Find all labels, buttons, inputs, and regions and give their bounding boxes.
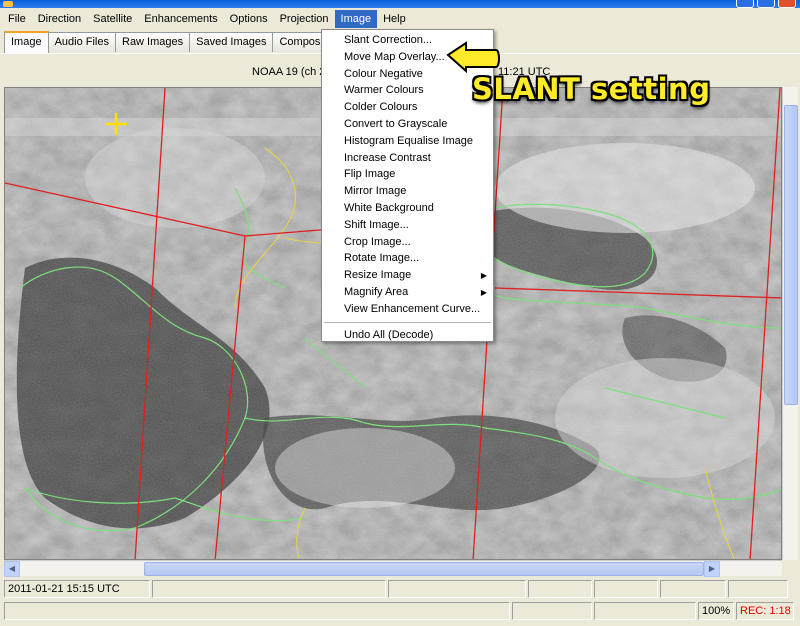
menu-item-resize-label: Resize Image [344,269,412,282]
tab-audio-files[interactable]: Audio Files [47,32,116,52]
menu-image[interactable]: Image [334,9,378,28]
menu-direction[interactable]: Direction [32,10,87,28]
status-cell-4 [528,580,592,598]
menu-item-undo-all[interactable]: Undo All (Decode) [322,327,493,344]
status-cell-message [4,602,510,620]
vertical-scrollbar[interactable] [782,87,798,560]
menu-item-warmer-colours[interactable]: Warmer Colours [322,82,493,99]
menu-item-crop-image[interactable]: Crop Image... [322,234,493,251]
close-button[interactable] [778,0,796,8]
status-cell-blank-a [512,602,592,620]
menu-projection[interactable]: Projection [274,10,335,28]
tab-strip: Image Audio Files Raw Images Saved Image… [4,31,340,53]
app-icon [3,1,13,7]
horizontal-scroll-thumb[interactable] [144,562,704,576]
menu-item-resize-image[interactable]: Resize Image ▶ [322,267,493,284]
slant-setting-annotation: SLANT setting [472,72,711,106]
zoom-level: 100% [698,602,734,620]
menu-item-shift-image[interactable]: Shift Image... [322,217,493,234]
submenu-arrow-icon: ▶ [480,271,487,281]
menu-item-view-enhancement-curve[interactable]: View Enhancement Curve... [322,301,493,318]
timestamp-cell: 2011-01-21 15:15 UTC [4,580,150,598]
scroll-right-arrow-icon[interactable]: ▶ [704,561,720,577]
annotation-arrow-icon [446,41,500,74]
status-cell-3 [388,580,526,598]
maximize-button[interactable] [757,0,775,8]
status-cell-7 [728,580,788,598]
recording-indicator: REC: 1:18 [736,602,794,620]
menu-item-rotate-image[interactable]: Rotate Image... [322,250,493,267]
status-bar-top: 2011-01-21 15:15 UTC [0,578,800,600]
menu-item-increase-contrast[interactable]: Increase Contrast [322,150,493,167]
menu-file[interactable]: File [2,10,32,28]
menu-item-magnify-area[interactable]: Magnify Area ▶ [322,284,493,301]
satellite-label: NOAA 19 (ch 2 [252,66,326,78]
menu-help[interactable]: Help [377,10,412,28]
menu-enhancements[interactable]: Enhancements [138,10,223,28]
minimize-button[interactable] [736,0,754,8]
submenu-arrow-icon: ▶ [480,287,487,297]
menu-item-colder-colours[interactable]: Colder Colours [322,99,493,116]
menu-item-white-background[interactable]: White Background [322,200,493,217]
tab-image[interactable]: Image [4,31,49,53]
vertical-scroll-thumb[interactable] [784,105,798,405]
menu-separator [324,321,491,323]
tab-saved-images[interactable]: Saved Images [189,32,274,52]
menu-satellite[interactable]: Satellite [87,10,138,28]
image-menu-dropdown: Slant Correction... Move Map Overlay... … [321,29,494,342]
menu-item-flip-image[interactable]: Flip Image [322,166,493,183]
status-cell-blank-b [594,602,696,620]
menu-item-mirror-image[interactable]: Mirror Image [322,183,493,200]
menu-item-magnify-label: Magnify Area [344,285,409,298]
menu-item-histogram-equalise[interactable]: Histogram Equalise Image [322,133,493,150]
tab-raw-images[interactable]: Raw Images [115,32,191,52]
status-cell-6 [660,580,726,598]
scroll-left-arrow-icon[interactable]: ◀ [4,561,20,577]
status-cell-5 [594,580,658,598]
menu-options[interactable]: Options [224,10,274,28]
title-bar [0,0,800,8]
status-bar-bottom: 100% REC: 1:18 [0,600,800,622]
status-cell-2 [152,580,386,598]
menu-bar: File Direction Satellite Enhancements Op… [0,8,800,29]
horizontal-scrollbar[interactable]: ◀ ▶ [4,560,782,577]
menu-item-convert-grayscale[interactable]: Convert to Grayscale [322,116,493,133]
